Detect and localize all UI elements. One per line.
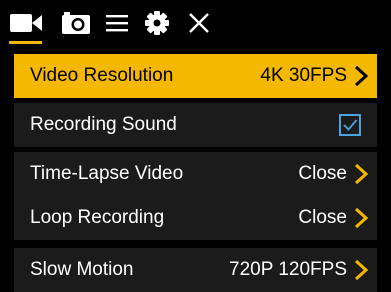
recording-sound-checkbox[interactable] [339, 114, 361, 136]
menu-item-label: Loop Recording [30, 207, 165, 228]
mode-toolbar [0, 0, 391, 44]
menu-item-video-resolution[interactable]: Video Resolution 4K 30FPS [14, 54, 377, 98]
menu-item-recording-sound[interactable]: Recording Sound [14, 103, 377, 147]
chevron-right-icon [354, 65, 369, 87]
menu-item-slow-motion[interactable]: Slow Motion 720P 120FPS [14, 248, 377, 292]
chevron-right-icon [354, 163, 369, 185]
menu-item-value: Close [298, 163, 347, 184]
menu-item-label: Time-Lapse Video [30, 163, 184, 184]
close-icon[interactable] [186, 6, 212, 40]
menu-item-value: Close [298, 207, 347, 228]
menu-item-value: 4K 30FPS [260, 65, 347, 86]
menu-item-label: Video Resolution [30, 65, 174, 86]
menu-item-loop-recording[interactable]: Loop Recording Close [14, 196, 377, 240]
camera-icon[interactable] [60, 6, 92, 40]
menu-item-value: 720P 120FPS [229, 259, 347, 280]
menu-icon[interactable] [104, 6, 130, 40]
chevron-right-icon [354, 259, 369, 281]
menu-item-label: Recording Sound [30, 114, 177, 135]
check-icon [343, 119, 358, 131]
camera-settings-screen: Video Resolution 4K 30FPS Recording Soun… [0, 0, 391, 292]
menu-item-time-lapse-video[interactable]: Time-Lapse Video Close [14, 152, 377, 196]
gear-icon[interactable] [142, 6, 172, 40]
menu-item-label: Slow Motion [30, 259, 134, 280]
video-icon[interactable] [8, 6, 44, 40]
chevron-right-icon [354, 207, 369, 229]
active-tab-indicator [9, 41, 42, 44]
